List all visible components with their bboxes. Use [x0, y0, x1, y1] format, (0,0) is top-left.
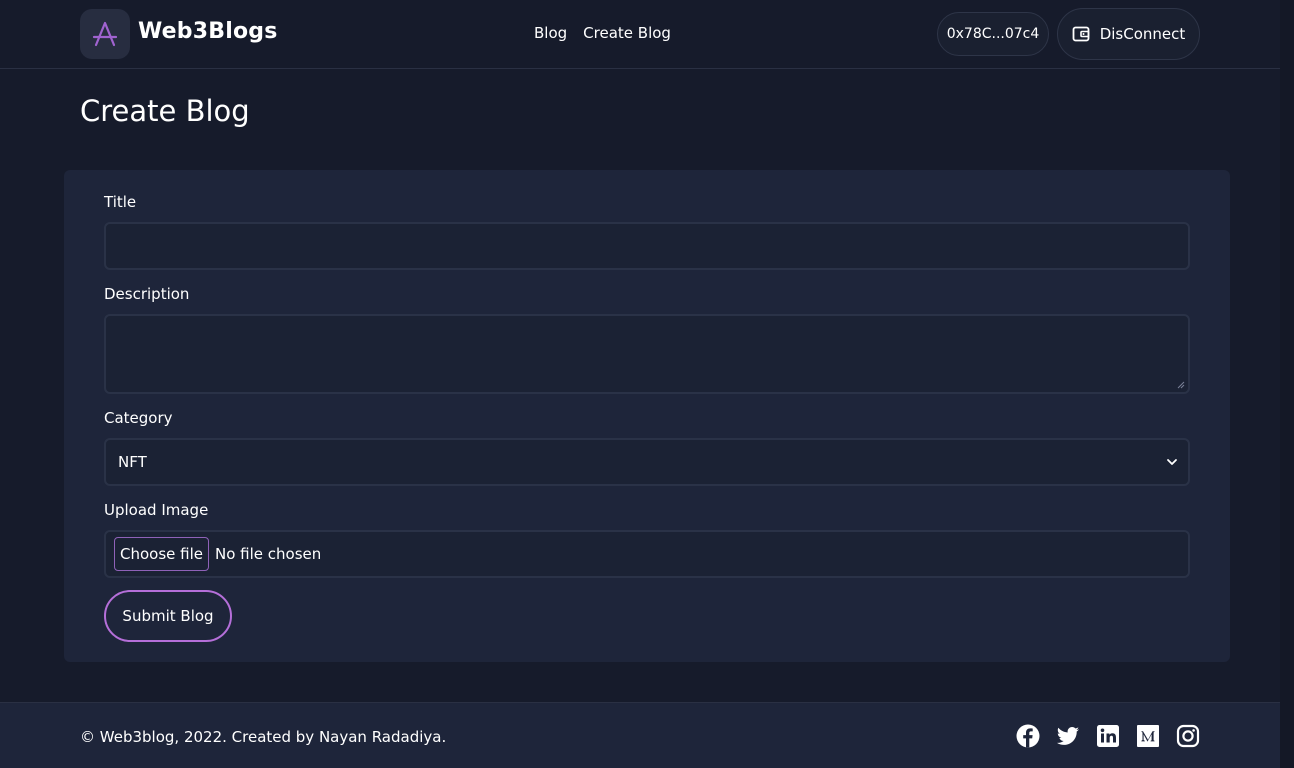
- title-label: Title: [104, 193, 137, 211]
- linkedin-icon[interactable]: [1096, 724, 1120, 748]
- image-file-input: Choose file No file chosen: [104, 530, 1190, 578]
- category-label: Category: [104, 409, 173, 427]
- instagram-icon[interactable]: [1176, 724, 1200, 748]
- chevron-down-icon: [1167, 459, 1177, 465]
- scrollbar[interactable]: [1280, 0, 1294, 768]
- wallet-address-text: 0x78C...07c4: [946, 26, 1040, 42]
- social-links: [1016, 724, 1200, 748]
- category-select[interactable]: NFT: [104, 438, 1190, 486]
- disconnect-button[interactable]: DisConnect: [1057, 8, 1200, 60]
- choose-file-button[interactable]: Choose file: [114, 537, 209, 571]
- copyright-text: © Web3blog, 2022. Created by Nayan Radad…: [80, 728, 447, 746]
- file-status: No file chosen: [215, 545, 322, 563]
- logo[interactable]: [80, 9, 130, 59]
- description-label: Description: [104, 285, 190, 303]
- twitter-icon[interactable]: [1056, 724, 1080, 748]
- create-blog-form: Title Description Category NFT Upload Im…: [64, 170, 1230, 662]
- wallet-icon: [1072, 26, 1090, 42]
- submit-blog-button[interactable]: Submit Blog: [104, 590, 232, 642]
- upload-image-label: Upload Image: [104, 501, 209, 519]
- submit-blog-label: Submit Blog: [122, 607, 214, 625]
- wallet-address-badge[interactable]: 0x78C...07c4: [937, 12, 1049, 56]
- logo-icon: [92, 21, 118, 47]
- nav-link-create-blog[interactable]: Create Blog: [583, 24, 671, 42]
- medium-icon[interactable]: [1136, 724, 1160, 748]
- page: Web3Blogs Blog Create Blog 0x78C...07c4 …: [0, 0, 1280, 768]
- main-nav: Blog Create Blog: [534, 24, 671, 42]
- disconnect-label: DisConnect: [1099, 25, 1186, 43]
- category-selected-value: NFT: [118, 453, 147, 471]
- brand-name[interactable]: Web3Blogs: [138, 19, 278, 44]
- facebook-icon[interactable]: [1016, 724, 1040, 748]
- title-input[interactable]: [104, 222, 1190, 270]
- nav-link-blog[interactable]: Blog: [534, 24, 567, 42]
- footer: © Web3blog, 2022. Created by Nayan Radad…: [0, 702, 1280, 768]
- resize-grip-icon[interactable]: [1177, 381, 1185, 389]
- page-title: Create Blog: [80, 94, 250, 128]
- top-navbar: Web3Blogs Blog Create Blog 0x78C...07c4 …: [0, 0, 1280, 69]
- description-textarea[interactable]: [104, 314, 1190, 394]
